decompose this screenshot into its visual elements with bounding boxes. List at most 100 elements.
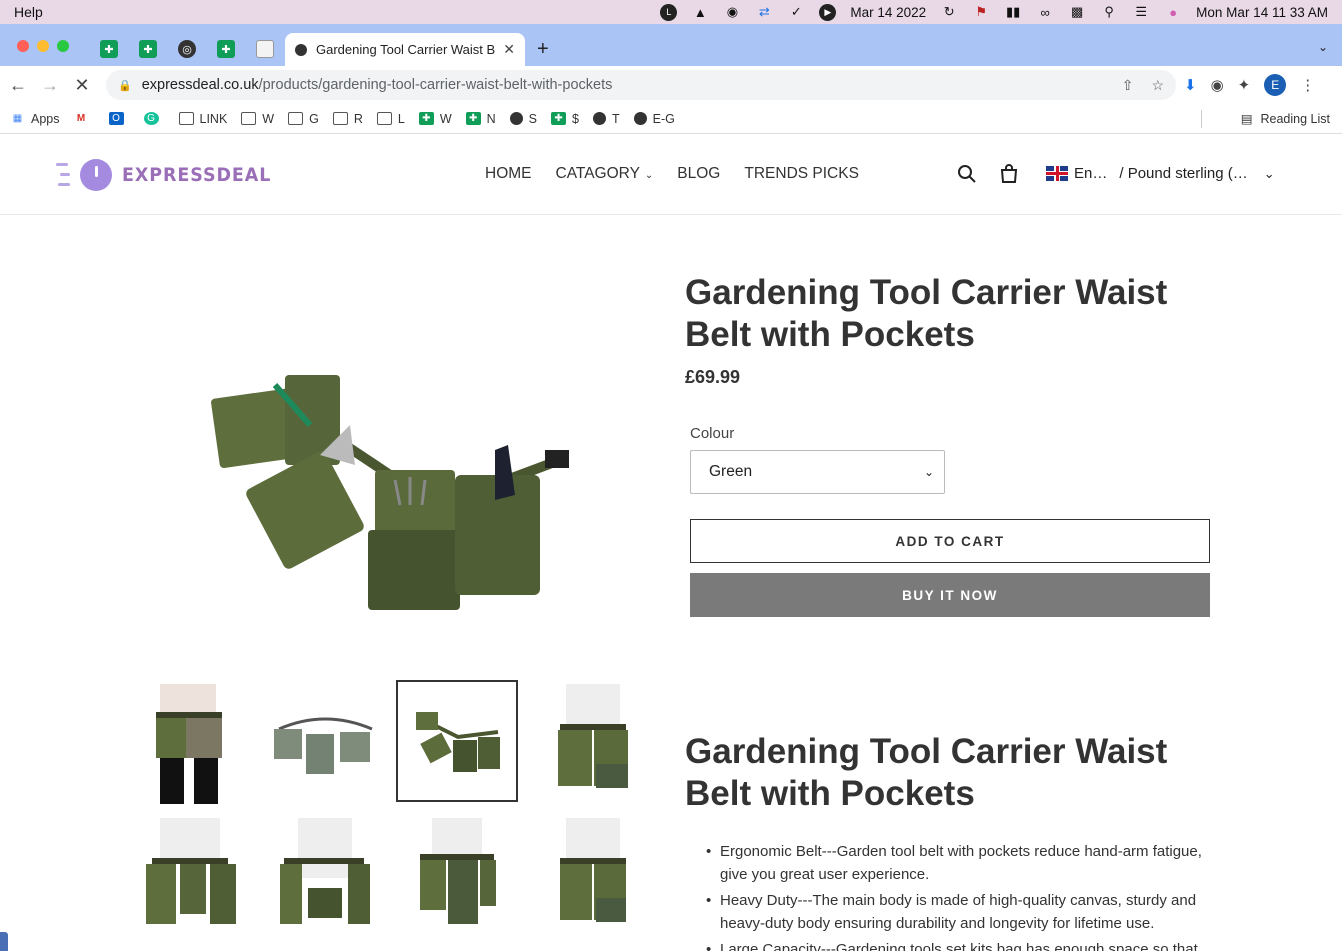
list-item: Heavy Duty---The main body is made of hi…: [706, 889, 1220, 935]
thumbnail-6[interactable]: [264, 818, 386, 940]
stop-loading-button[interactable]: ✕: [68, 75, 96, 96]
nav-home[interactable]: HOME: [485, 165, 532, 183]
notification-bell-icon[interactable]: ▲: [691, 4, 709, 20]
add-to-cart-button[interactable]: ADD TO CART: [690, 519, 1210, 563]
web-page: EXPRESSDEAL HOME CATAGORY ⌄ BLOG TRENDS P…: [0, 135, 1342, 951]
thumbnail-2[interactable]: [264, 684, 386, 806]
profile-avatar[interactable]: E: [1264, 74, 1287, 96]
control-center-icon[interactable]: ☰: [1132, 4, 1150, 20]
minimize-window-button[interactable]: [37, 40, 49, 52]
site-header: EXPRESSDEAL HOME CATAGORY ⌄ BLOG TRENDS P…: [0, 135, 1342, 215]
chevron-down-icon: ⌄: [1263, 165, 1275, 181]
buy-it-now-button[interactable]: BUY IT NOW: [690, 573, 1210, 617]
window-controls: [17, 40, 69, 52]
bookmark-sheets-w[interactable]: ✚ W: [418, 112, 452, 126]
link-icon[interactable]: ∞: [1036, 4, 1054, 20]
bookmark-folder-w[interactable]: W: [241, 112, 274, 126]
help-menu[interactable]: Help: [14, 4, 43, 20]
tab-sheets-2[interactable]: ✚: [139, 40, 157, 58]
thumbnail-4[interactable]: [532, 684, 654, 806]
share-icon[interactable]: ⇧: [1122, 77, 1134, 94]
list-item: Large Capacity---Gardening tools set kit…: [706, 938, 1220, 951]
tab-sheets-1[interactable]: ✚: [100, 40, 118, 58]
browser-menu-icon[interactable]: ⋮: [1300, 76, 1315, 94]
cart-bag-icon[interactable]: [999, 164, 1019, 184]
bookmark-apps[interactable]: ▦ Apps: [10, 112, 60, 126]
language-label: En…: [1074, 165, 1108, 182]
nav-blog[interactable]: BLOG: [677, 165, 720, 183]
chevron-down-icon: ⌄: [644, 170, 654, 181]
bookmark-gmail[interactable]: M: [74, 112, 95, 125]
folder-icon: [376, 112, 392, 125]
address-bar[interactable]: 🔒 expressdeal.co.uk/products/gardening-t…: [106, 70, 1176, 100]
colour-select[interactable]: Green ⌄: [690, 450, 945, 494]
apps-grid-icon: ▦: [12, 113, 23, 124]
task-check-icon[interactable]: ✓: [787, 4, 805, 20]
uk-flag-icon: [1046, 166, 1068, 181]
thumbnail-8[interactable]: [532, 818, 654, 940]
globe-icon: [633, 112, 647, 125]
site-favicon-icon: [295, 43, 307, 56]
bookmark-star-icon[interactable]: ☆: [1151, 77, 1164, 94]
memory-icon[interactable]: ▩: [1068, 4, 1086, 20]
lock-icon[interactable]: 🔒: [118, 79, 132, 92]
bookmark-sheets-n[interactable]: ✚ N: [465, 112, 496, 126]
bookmark-folder-l[interactable]: L: [376, 112, 405, 126]
back-button[interactable]: ←: [4, 75, 32, 96]
nav-trends-picks[interactable]: TRENDS PICKS: [744, 165, 859, 183]
puzzle-extensions-icon[interactable]: ✦: [1238, 76, 1251, 94]
thumbnail-1[interactable]: [130, 684, 252, 806]
forward-button[interactable]: →: [36, 75, 64, 96]
bookmarks-bar: ▦ Apps M O G LINK W G R L ✚ W ✚ N S ✚ $ T E-…: [0, 104, 1342, 134]
active-tab[interactable]: Gardening Tool Carrier Waist Belt with P…: [285, 33, 525, 66]
bookmark-folder-r[interactable]: R: [332, 112, 363, 126]
locale-currency-selector[interactable]: En… / Pound sterling (… ⌄: [1046, 165, 1275, 182]
line-app-icon[interactable]: L: [660, 3, 678, 21]
bookmark-outlook[interactable]: O: [108, 112, 130, 125]
search-icon[interactable]: [957, 164, 977, 184]
thumbnail-5[interactable]: [130, 818, 252, 940]
globe-icon: [509, 112, 523, 125]
menubar-date: Mar 14 2022: [850, 4, 927, 20]
chevron-down-icon: ⌄: [923, 465, 934, 479]
tab-blank[interactable]: [256, 40, 274, 58]
browser-toolbar: ← → ✕ 🔒 expressdeal.co.uk/products/garde…: [0, 66, 1342, 104]
active-tab-title: Gardening Tool Carrier Waist Belt with P…: [316, 42, 496, 57]
play-icon[interactable]: ▶: [819, 3, 837, 21]
time-machine-icon[interactable]: ↻: [940, 4, 958, 20]
tab-globe[interactable]: ◎: [178, 40, 196, 58]
feature-list: Ergonomic Belt---Garden tool belt with p…: [706, 840, 1220, 951]
currency-label: / Pound sterling (…: [1119, 165, 1248, 182]
tab-sheets-3[interactable]: ✚: [217, 40, 235, 58]
bookmark-globe-eg[interactable]: E-G: [633, 112, 675, 126]
bookmarks-divider: [1201, 110, 1202, 128]
bookmark-folder-g[interactable]: G: [288, 112, 319, 126]
wechat-icon[interactable]: ◉: [723, 4, 741, 20]
bookmark-sheets-dollar[interactable]: ✚ $: [551, 112, 579, 126]
teamviewer-icon[interactable]: ⇄: [755, 4, 773, 20]
tab-search-chevron-icon[interactable]: ⌄: [1318, 40, 1328, 54]
siri-icon[interactable]: ●: [1164, 4, 1182, 20]
download-extension-icon[interactable]: ⬇: [1184, 76, 1197, 94]
nav-category[interactable]: CATAGORY ⌄: [556, 165, 654, 183]
bookmark-globe-t[interactable]: T: [592, 112, 620, 126]
left-edge-handle[interactable]: [0, 932, 8, 951]
spotlight-search-icon[interactable]: ⚲: [1100, 4, 1118, 20]
bookmark-grammarly[interactable]: G: [143, 112, 165, 125]
us-flag-icon[interactable]: ⚑: [972, 4, 990, 20]
product-main-image[interactable]: [190, 265, 600, 665]
new-tab-button[interactable]: +: [537, 38, 549, 61]
close-window-button[interactable]: [17, 40, 29, 52]
battery-icon[interactable]: ▮▮: [1004, 4, 1022, 20]
reading-list-button[interactable]: ▤ Reading List: [1241, 111, 1330, 127]
site-logo[interactable]: EXPRESSDEAL: [56, 159, 284, 191]
zoom-window-button[interactable]: [57, 40, 69, 52]
thumbnail-7[interactable]: [396, 818, 518, 940]
product-price: £69.99: [685, 367, 741, 387]
close-tab-icon[interactable]: ✕: [503, 41, 515, 58]
thumbnail-3-selected[interactable]: [396, 680, 518, 802]
colour-select-value: Green: [709, 463, 753, 480]
bookmark-folder-link[interactable]: LINK: [178, 112, 227, 126]
bookmark-globe-s[interactable]: S: [509, 112, 537, 126]
owl-extension-icon[interactable]: ◉: [1211, 76, 1224, 94]
